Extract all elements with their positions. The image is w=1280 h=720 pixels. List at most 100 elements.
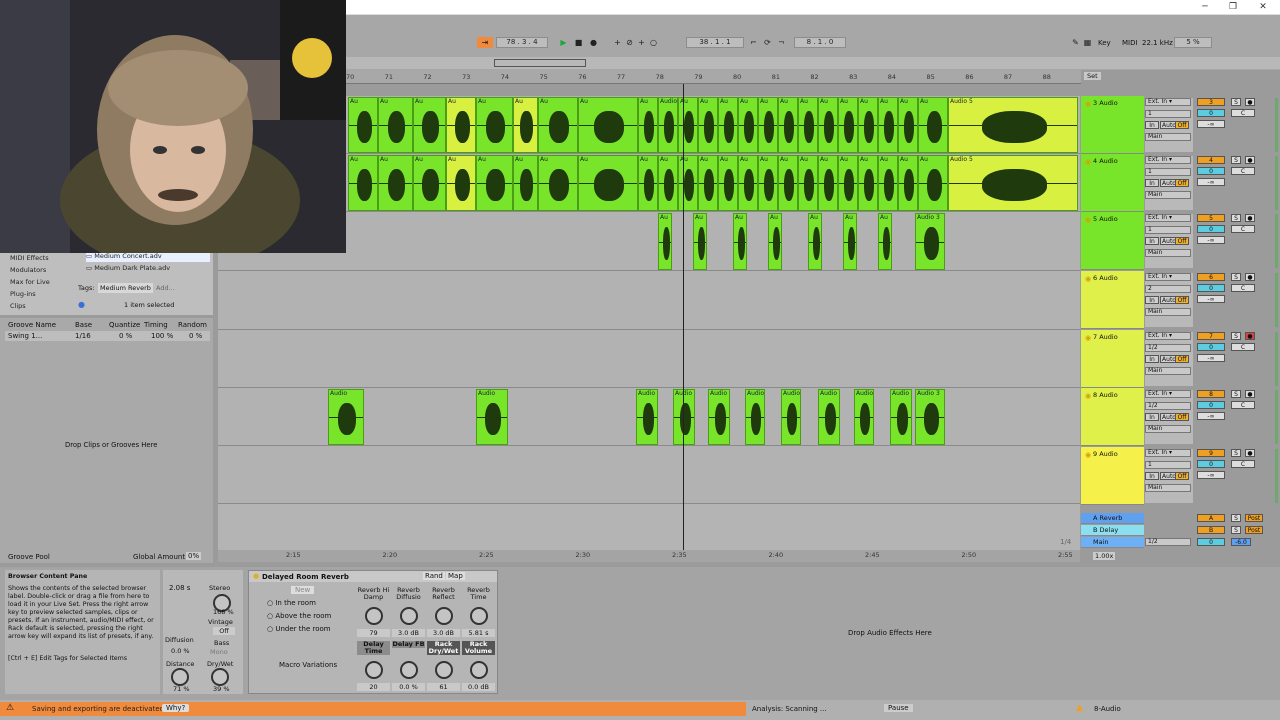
pan-field[interactable]: C [1231,284,1255,292]
set-locator-button[interactable]: Set [1084,72,1101,80]
audio-clip[interactable]: Audio 5 [948,97,1078,153]
audio-clip[interactable]: Au [898,155,918,211]
input-type-select[interactable]: Ext. In ▾ [1145,449,1191,457]
monitor-in[interactable]: In [1145,355,1159,363]
solo-button[interactable]: S [1231,514,1241,522]
audio-clip[interactable]: Au [918,97,948,153]
tag-add-button[interactable]: Add... [156,284,175,292]
audio-clip[interactable]: Au [843,213,857,270]
track-fold-icon[interactable]: ◉ [1085,100,1091,108]
arm-button[interactable]: ● [1245,332,1255,340]
audio-clip[interactable]: Au [378,155,413,211]
macro-value[interactable]: 3.0 dB [392,629,425,637]
solo-button[interactable]: S [1231,390,1241,398]
automation-arm-icon[interactable]: ⊘ [624,37,635,48]
solo-button[interactable]: S [1231,98,1241,106]
audio-clip[interactable]: Au [446,97,476,153]
audio-clip[interactable]: Au [878,97,898,153]
audio-clip[interactable]: Au [698,97,718,153]
rack-power-icon[interactable]: ● [253,572,259,580]
track-lane[interactable] [218,271,1080,330]
monitor-in[interactable]: In [1145,472,1159,480]
audio-clip[interactable]: Au [348,97,378,153]
overdub-icon[interactable]: + [612,37,623,48]
audio-clip[interactable]: Au [578,97,638,153]
groove-row[interactable]: Swing 1... 1/16 0 % 100 % 0 % [5,331,210,341]
audio-clip[interactable]: Au [878,213,892,270]
audio-clip[interactable]: Au [446,155,476,211]
audio-clip[interactable]: Audio [854,389,874,445]
groove-random[interactable]: 0 % [189,332,202,340]
audio-clip[interactable]: Au [513,97,538,153]
audio-clip[interactable]: Au [348,155,378,211]
distance-knob[interactable] [171,668,189,686]
volume-field[interactable]: 0 [1197,225,1225,233]
input-type-select[interactable]: Ext. In ▾ [1145,156,1191,164]
macro-value[interactable]: 61 [427,683,460,691]
monitor-off[interactable]: Off [1175,121,1189,129]
output-select[interactable]: Main [1145,484,1191,492]
track-lane[interactable] [218,330,1080,388]
decay-value[interactable]: 2.08 s [169,584,190,592]
audio-clip[interactable]: Au [918,155,948,211]
solo-button[interactable]: S [1231,449,1241,457]
audio-clip[interactable]: Au [798,155,818,211]
arm-button[interactable]: ● [1245,214,1255,222]
solo-button[interactable]: S [1231,273,1241,281]
loop-length-box[interactable]: 8 . 1 . 0 [794,37,846,48]
volume-field[interactable]: 0 [1197,343,1225,351]
vintage-value[interactable]: Off [213,627,235,635]
input-channel-select[interactable]: 1/2 [1145,402,1191,410]
variation-preset-3[interactable]: ○ Under the room [267,625,331,633]
play-icon[interactable]: ▶ [558,37,569,48]
beat-time-ruler[interactable]: 70 71 72 73 74 75 76 77 78 79 80 81 82 83 84 85 86 87 88 [346,70,1081,84]
arrangement-position-box[interactable]: 78 . 3 . 4 [496,37,548,48]
main-volume[interactable]: 0 [1197,538,1225,546]
track-header-9[interactable]: ◉ 9 Audio [1081,447,1144,505]
output-select[interactable]: Main [1145,191,1191,199]
macro-knob[interactable] [365,607,383,625]
main-input-channel[interactable]: 1/2 [1145,538,1191,546]
loop-icon[interactable]: ⟳ [762,37,773,48]
audio-clip[interactable]: Au [798,97,818,153]
macro-knob[interactable] [400,607,418,625]
output-select[interactable]: Main [1145,308,1191,316]
track-header-3[interactable]: ◉ 3 Audio [1081,96,1144,154]
input-type-select[interactable]: Ext. In ▾ [1145,214,1191,222]
input-type-select[interactable]: Ext. In ▾ [1145,98,1191,106]
monitor-off[interactable]: Off [1175,472,1189,480]
macro-knob[interactable] [365,661,383,679]
track-fold-icon[interactable]: ◉ [1085,275,1091,283]
pan-field[interactable]: C [1231,225,1255,233]
minimize-icon[interactable]: ─ [1190,0,1220,15]
audio-clip[interactable]: Audio [636,389,658,445]
browser-category-plug-ins[interactable]: Plug-ins [10,288,36,300]
arm-button[interactable]: ● [1245,273,1255,281]
audio-clip[interactable]: Au [818,155,838,211]
browser-category-clips[interactable]: Clips [10,300,26,312]
input-channel-select[interactable]: 1 [1145,226,1191,234]
audio-clip[interactable]: Au [898,97,918,153]
audio-clip[interactable]: Au [698,155,718,211]
macro-value[interactable]: 0.0 % [392,683,425,691]
follow-icon[interactable]: ⇥ [477,37,493,48]
browser-category-max-for-live[interactable]: Max for Live [10,276,50,288]
macro-knob[interactable] [435,607,453,625]
audio-clip[interactable]: Au [538,155,578,211]
audio-clip[interactable]: Au [718,97,738,153]
audio-clip[interactable]: Au [738,97,758,153]
track-fold-icon[interactable]: ◉ [1085,158,1091,166]
track-fold-icon[interactable]: ◉ [1085,334,1091,342]
audio-clip[interactable]: Audio 5 [948,155,1078,211]
pan-field[interactable]: C [1231,460,1255,468]
arrangement-view[interactable]: Audio Au Au Au Au Au Au Au Au Au Audio 3 Au Au Au Au Au… [218,96,1080,550]
audio-clip[interactable]: Audio [745,389,765,445]
audio-clip[interactable]: Au [768,213,782,270]
audio-clip[interactable]: Au [378,97,413,153]
return-main[interactable]: Main [1081,537,1144,548]
overview-viewport[interactable] [494,59,586,67]
variation-new-button[interactable]: New [291,586,315,594]
punch-out-icon[interactable]: ¬ [776,37,787,48]
return-a-reverb[interactable]: A Reverb [1081,513,1144,524]
audio-clip[interactable]: Au [718,155,738,211]
